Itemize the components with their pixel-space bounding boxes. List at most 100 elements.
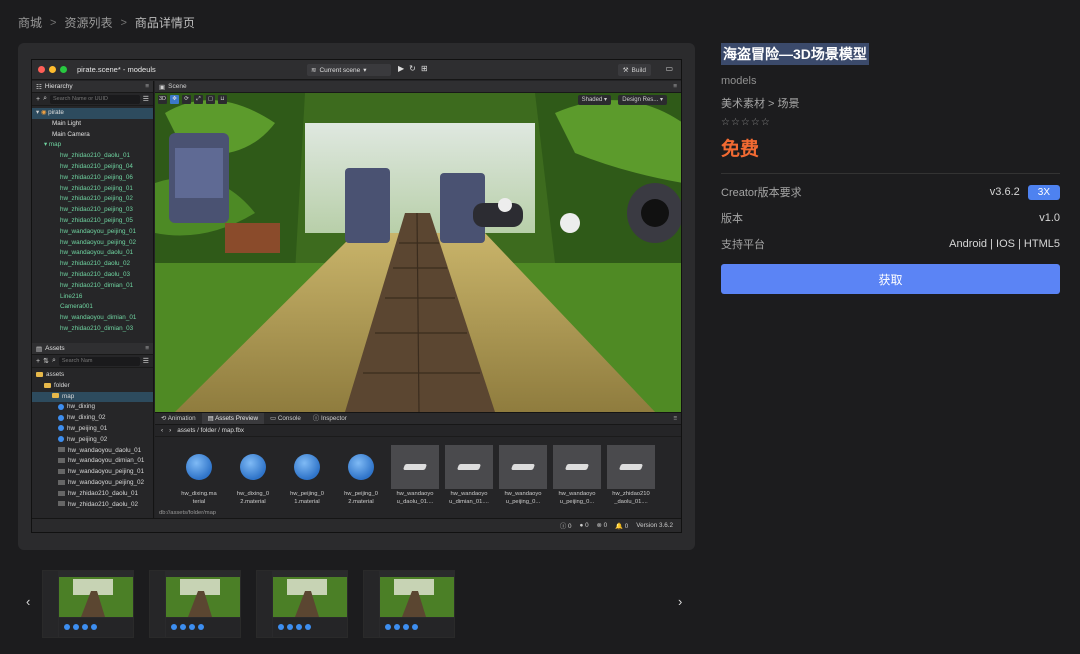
menu-icon: ≡ [673, 83, 677, 90]
preview-asset-card: hw_peijing_0 1.material [283, 445, 331, 506]
breadcrumb-separator: > [120, 16, 127, 29]
status-warn: ● 0 [579, 522, 589, 529]
folder-icon [52, 393, 59, 399]
material-sphere-icon [337, 445, 385, 489]
minimize-dot [49, 66, 56, 73]
status-error: ⊗ 0 [596, 522, 608, 529]
asset-item: hw_wandaoyou_daolu_01 [32, 446, 153, 457]
rect-icon: ▢ [206, 95, 215, 104]
thumbnail-item[interactable] [363, 570, 455, 638]
assets-search-row: + ⇅ ⌕ Search Nam ☰ [32, 355, 153, 368]
creator-version-value: v3.6.2 [989, 186, 1020, 198]
scene-tab-icon: ▣ [159, 83, 166, 91]
spec-value: v1.0 [1039, 212, 1060, 224]
thumbnail-item[interactable] [256, 570, 348, 638]
search-icon: ⌕ [51, 357, 56, 364]
rating-stars[interactable]: ☆☆☆☆☆ [721, 117, 1060, 128]
scale-icon: ⤢ [194, 95, 203, 104]
status-version: Version 3.6.2 [636, 522, 673, 529]
preview-path: assets / folder / map.fbx [177, 427, 245, 434]
plus-icon: + [36, 357, 41, 365]
asset-item: hw_zhidao210_daolu_02 [32, 500, 153, 511]
hierarchy-node: hw_wandaoyou_peijing_02 [60, 238, 136, 246]
assets-search-box: Search Nam [58, 356, 140, 366]
hierarchy-root: ▾ ◉ pirate [32, 108, 153, 119]
hierarchy-icon: ☷ [36, 83, 42, 91]
product-info: 海盗冒险—3D场景模型 models 美术素材 > 场景 ☆☆☆☆☆ 免费 Cr… [721, 43, 1060, 294]
breadcrumb: 商城 > 资源列表 > 商品详情页 [18, 14, 195, 31]
mesh-icon [58, 458, 65, 464]
asset-item: map [32, 391, 153, 403]
preview-asset-name: hw_peijing_0 2.material [344, 491, 378, 505]
search-icon: ⌕ [43, 95, 48, 102]
tab-inspector: ⓘ Inspector [312, 415, 347, 422]
preview-asset-name: hw_wandaoyo u_peijing_0... [504, 491, 542, 505]
build-label: Build [631, 66, 646, 74]
chevron-down-icon: ▾ [36, 109, 40, 116]
material-icon [58, 436, 64, 443]
version-badge[interactable]: 3X [1027, 184, 1060, 200]
editor-play-controls: ▶ ↻ ⊞ [398, 64, 428, 73]
material-icon [58, 414, 64, 421]
thumbnail-item[interactable] [149, 570, 241, 638]
window-controls [38, 66, 67, 73]
preview-asset-card: hw_peijing_0 2.material [337, 445, 385, 506]
mode-3d-label: 3D [158, 95, 167, 104]
asset-item: hw_zhidao210_daolu_01 [32, 489, 153, 500]
asset-item: hw_wandaoyou_peijing_02 [32, 478, 153, 489]
scene-select: ≋ Current scene ▾ [307, 64, 391, 76]
editor-statusbar: ⓘ 0 ● 0 ⊗ 0 🔔 0 Version 3.6.2 [32, 518, 681, 532]
shading-label: Shaded [581, 97, 603, 103]
material-sphere-icon [229, 445, 277, 489]
scene-viewport: 3D ✥ ⟳ ⤢ ▢ ⊔ Shaded ▾ Design Res... ▾ [155, 93, 681, 412]
prev-arrow-icon[interactable]: ‹ [26, 594, 30, 609]
spec-label: 支持平台 [721, 239, 765, 251]
material-sphere-icon [283, 445, 331, 489]
main-preview-image: pirate.scene* - modeuls ≋ Current scene … [18, 43, 695, 550]
hierarchy-search-box: Search Name or UUID [50, 94, 140, 104]
preview-asset-name: hw_wandaoyo u_peijing_0... [558, 491, 596, 505]
play-icon: ▶ [398, 64, 405, 73]
breadcrumb-item-resource-list[interactable]: 资源列表 [64, 14, 112, 31]
thumbnail-item[interactable] [42, 570, 134, 638]
editor-doc-title: pirate.scene* - modeuls [77, 65, 156, 74]
scene-tabbar: ▣ Scene ≡ [155, 81, 681, 93]
preview-asset-name: hw_wandaoyo u_daolu_01.... [396, 491, 434, 505]
assets-header: ▤ Assets ≡ [32, 343, 153, 355]
scene-illustration [155, 93, 681, 412]
get-button[interactable]: 获取 [721, 264, 1060, 294]
mesh-icon [58, 447, 65, 453]
status-notif: 🔔 0 [615, 522, 629, 530]
editor-left-column: ☷ Hierarchy ≡ + ⌕ Search Name or UUID ☰ … [32, 81, 154, 518]
hierarchy-node: hw_zhidao210_peijing_06 [60, 173, 133, 181]
tab-animation: ⟲ Animation [161, 415, 196, 422]
scene-icon: ◉ [40, 109, 47, 116]
breadcrumb-item-mall[interactable]: 商城 [18, 14, 42, 31]
db-path: db://assets/folder/map [159, 510, 217, 516]
hierarchy-node: hw_wandaoyou_daolu_01 [60, 249, 134, 257]
menu-icon: ≡ [145, 83, 149, 90]
asset-item: hw_dixing_02 [32, 413, 153, 424]
asset-item: hw_peijing_01 [32, 424, 153, 435]
layers-icon: ≋ [311, 67, 317, 74]
chevron-right-icon: › [169, 427, 172, 434]
product-tags[interactable]: 美术素材 > 场景 [721, 95, 1060, 111]
hierarchy-node: hw_wandaoyou_dimian_01 [60, 314, 137, 322]
hierarchy-node: hw_zhidao210_daolu_01 [60, 152, 131, 160]
preview-asset-name: hw_peijing_0 1.material [290, 491, 324, 505]
design-res-label: Design Res... [622, 97, 659, 103]
move-icon: ✥ [170, 95, 179, 104]
plus-icon: + [36, 95, 41, 103]
preview-asset-name: hw_wandaoyo u_dimian_01.... [449, 491, 489, 505]
preview-asset-card: hw_wandaoyo u_daolu_01.... [391, 445, 439, 506]
hierarchy-tree: ▾ ◉ pirate Main Light Main Camera ▾ map hw_… [32, 106, 153, 337]
spec-label: 版本 [721, 213, 743, 225]
tab-assets-preview: ▤ Assets Preview [201, 413, 265, 424]
asset-item: assets [32, 370, 153, 381]
assets-icon: ▤ [36, 345, 43, 353]
next-arrow-icon[interactable]: › [678, 594, 682, 609]
chevron-down-icon: ▾ [363, 67, 367, 74]
sort-icon: ⇅ [43, 358, 49, 365]
maximize-dot [60, 66, 67, 73]
preview-asset-name: hw_zhidao210 _daolu_01.... [612, 491, 650, 505]
